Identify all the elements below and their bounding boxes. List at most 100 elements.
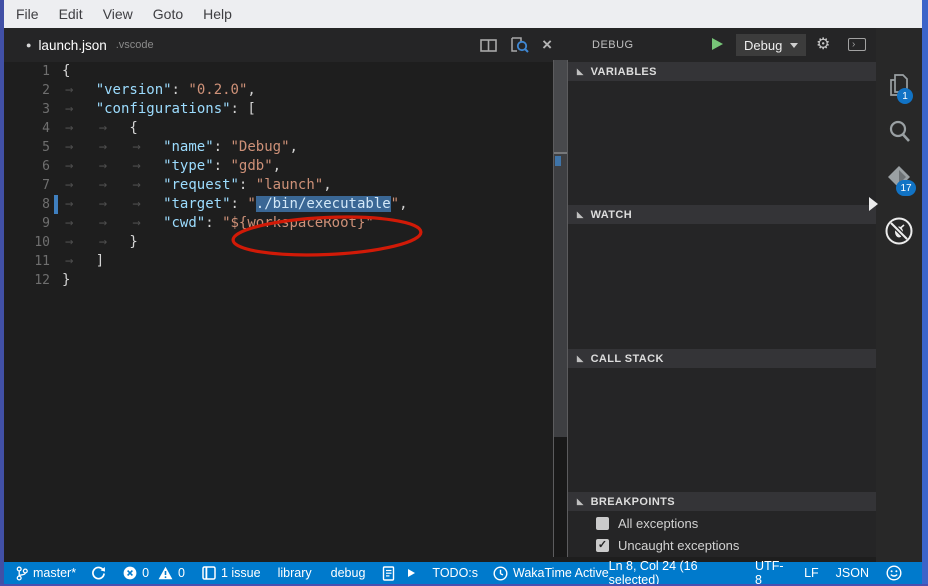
wakatime-label: WakaTime Active <box>513 566 609 580</box>
line-number: 7 <box>4 176 62 195</box>
vscode-window: FileEditViewGotoHelp ● launch.json .vsco… <box>0 0 928 586</box>
open-console-icon[interactable]: › <box>848 38 866 51</box>
warning-count-value: 0 <box>178 566 185 580</box>
todo-status[interactable]: TODO:s <box>432 566 478 580</box>
error-count[interactable]: 0 <box>123 566 149 580</box>
editor-group: ● launch.json .vscode × 1{2→"version": "… <box>4 28 568 562</box>
tab-whitespace-arrow: → <box>62 233 96 252</box>
breakpoint-row[interactable]: ✓Uncaught exceptions <box>596 536 739 554</box>
section-label: WATCH <box>591 209 633 221</box>
editor-scrollbar[interactable] <box>553 60 568 557</box>
code-line[interactable]: 7→→→"request": "launch", <box>4 176 568 195</box>
menu-item-edit[interactable]: Edit <box>49 6 93 22</box>
feedback-smiley-icon[interactable] <box>886 565 902 581</box>
line-number: 2 <box>4 81 62 100</box>
tab-whitespace-arrow: → <box>129 138 163 157</box>
debug-config-label: Debug <box>744 38 782 53</box>
section-header-breakpoints[interactable]: ◣BREAKPOINTS <box>568 492 876 511</box>
checkbox-unchecked[interactable] <box>596 517 609 530</box>
text-cursor <box>54 195 58 214</box>
code-line[interactable]: 10→→} <box>4 233 568 252</box>
code-token: , <box>273 158 281 174</box>
document-icon[interactable] <box>382 566 395 581</box>
section-label: CALL STACK <box>591 353 664 365</box>
code-text: →→{ <box>62 119 138 138</box>
section-header-watch[interactable]: ◣WATCH <box>568 205 876 224</box>
tab-whitespace-arrow: → <box>129 195 163 214</box>
active-view-beak <box>869 197 878 211</box>
tab-whitespace-arrow: → <box>62 138 96 157</box>
code-line[interactable]: 6→→→"type": "gdb", <box>4 157 568 176</box>
close-icon[interactable]: × <box>542 38 552 52</box>
menu-item-view[interactable]: View <box>93 6 143 22</box>
run-todo-icon[interactable] <box>408 569 415 577</box>
debug-status[interactable]: debug <box>331 566 366 580</box>
error-count-value: 0 <box>142 566 149 580</box>
wakatime-status[interactable]: WakaTime Active <box>493 566 609 581</box>
scrollbar-thumb[interactable] <box>554 60 567 152</box>
line-number: 6 <box>4 157 62 176</box>
code-line[interactable]: 12} <box>4 271 568 290</box>
gear-icon[interactable]: ⚙ <box>816 34 830 54</box>
code-line[interactable]: 2→"version": "0.2.0", <box>4 81 568 100</box>
code-token: , <box>323 177 331 193</box>
code-token: } <box>129 234 137 250</box>
tab-whitespace-arrow: → <box>62 176 96 195</box>
checkbox-checked[interactable]: ✓ <box>596 539 609 552</box>
menu-item-help[interactable]: Help <box>193 6 242 22</box>
language-mode-status[interactable]: JSON <box>836 566 869 580</box>
code-line[interactable]: 3→"configurations": [ <box>4 100 568 119</box>
eol-status[interactable]: LF <box>804 566 819 580</box>
code-token: "cwd" <box>163 215 205 231</box>
debug-panel-header: DEBUG Debug ⚙ › <box>568 28 876 62</box>
sync-icon[interactable] <box>91 566 106 581</box>
code-line[interactable]: 4→→{ <box>4 119 568 138</box>
issues-status[interactable]: 1 issue <box>202 566 261 580</box>
tab-whitespace-arrow: → <box>96 119 130 138</box>
start-debug-icon[interactable] <box>712 38 723 50</box>
code-text: } <box>62 271 70 290</box>
tab-whitespace-arrow: → <box>129 214 163 233</box>
section-header-call-stack[interactable]: ◣CALL STACK <box>568 349 876 368</box>
code-token: , <box>399 196 407 212</box>
tab-whitespace-arrow: → <box>96 195 130 214</box>
tab-title[interactable]: launch.json <box>38 38 106 53</box>
tab-whitespace-arrow: → <box>129 176 163 195</box>
encoding-status[interactable]: UTF-8 <box>755 559 787 586</box>
warning-count[interactable]: 0 <box>158 566 185 580</box>
code-line[interactable]: 9→→→"cwd": "${workspaceRoot}" <box>4 214 568 233</box>
explorer-badge: 1 <box>897 88 913 104</box>
code-token: : <box>214 158 231 174</box>
tab-whitespace-arrow: → <box>96 233 130 252</box>
code-text: →→→"request": "launch", <box>62 176 332 195</box>
git-branch-status[interactable]: master* <box>16 566 76 581</box>
tab-whitespace-arrow: → <box>62 100 96 119</box>
tab-whitespace-arrow: → <box>62 119 96 138</box>
tab-whitespace-arrow: → <box>62 195 96 214</box>
tab-folder-label: .vscode <box>116 39 154 51</box>
cursor-position-status[interactable]: Ln 8, Col 24 (16 selected) <box>609 559 738 586</box>
chevron-down-icon <box>790 43 798 48</box>
code-line[interactable]: 5→→→"name": "Debug", <box>4 138 568 157</box>
debug-config-dropdown[interactable]: Debug <box>736 34 806 56</box>
code-text: →→→"target": "./bin/executable", <box>62 195 408 214</box>
menu-item-goto[interactable]: Goto <box>143 6 193 22</box>
code-editor[interactable]: 1{2→"version": "0.2.0",3→"configurations… <box>4 62 568 562</box>
selected-text: ./bin/executable <box>256 196 391 212</box>
code-line[interactable]: 1{ <box>4 62 568 81</box>
debug-sidebar: DEBUG Debug ⚙ › ◣VARIABLES◣WATCH◣CALL ST… <box>568 28 876 557</box>
section-header-variables[interactable]: ◣VARIABLES <box>568 62 876 81</box>
code-token: : <box>172 82 189 98</box>
line-number: 4 <box>4 119 62 138</box>
code-token: "name" <box>163 139 214 155</box>
menu-item-file[interactable]: File <box>6 6 49 22</box>
open-preview-icon[interactable] <box>510 37 529 53</box>
code-line[interactable]: 8→→→"target": "./bin/executable", <box>4 195 568 214</box>
library-status[interactable]: library <box>278 566 312 580</box>
code-line[interactable]: 11→] <box>4 252 568 271</box>
twistie-icon: ◣ <box>577 497 584 506</box>
breakpoint-row[interactable]: All exceptions <box>596 514 698 532</box>
split-editor-icon[interactable] <box>480 39 497 52</box>
search-icon[interactable] <box>886 118 912 146</box>
debug-disabled-icon[interactable] <box>884 216 914 246</box>
